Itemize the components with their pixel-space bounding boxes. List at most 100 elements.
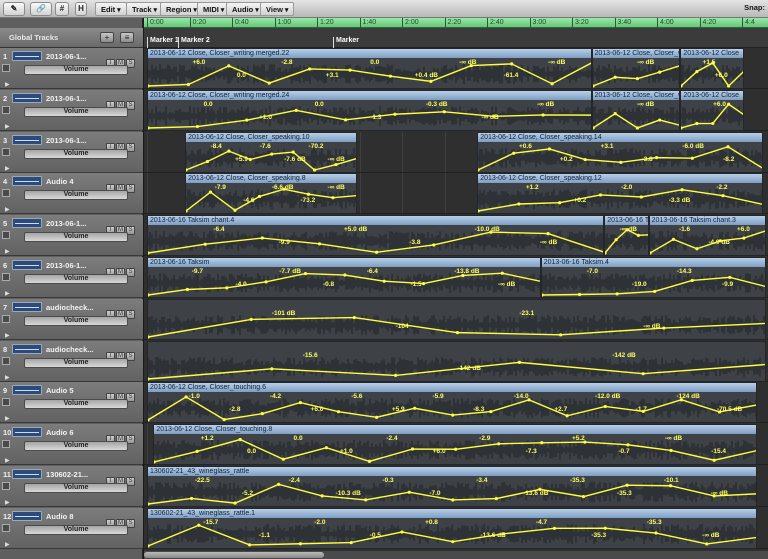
automation-parameter-menu[interactable]: Volume (24, 315, 128, 326)
audio-region[interactable]: -15.6 -142 dB -142 dB (147, 340, 766, 382)
track-header-12[interactable]: 12 Audio 8 I M S Volume ▶ (0, 507, 143, 549)
track-name[interactable]: audiocheck... (46, 303, 94, 312)
global-tracks-header[interactable]: Global Tracks + ≡ (0, 28, 143, 48)
marker-2[interactable]: Marker 2 (178, 37, 210, 48)
automation-parameter-menu[interactable]: Volume (24, 524, 128, 535)
disclosure-triangle-icon[interactable]: ▶ (5, 290, 10, 297)
audio-region[interactable]: 2013-06-16 Taksim.4 -7.0 -19.0 -14.3 -9.9 (540, 257, 766, 298)
audio-region[interactable]: 2013-06-12 Close +1.5 +6.0 (680, 48, 744, 89)
region-title[interactable]: 2013-06-12 Close, Closer_touching.6 (148, 383, 756, 393)
audio-region[interactable]: 2013-06-12 Close, Closer_touching.8 +1.2 0… (153, 424, 757, 466)
disclosure-triangle-icon[interactable]: ▶ (5, 374, 10, 381)
pencil-tool-button[interactable]: ✎ (3, 2, 25, 16)
audio-region[interactable]: 2013-06-12 Close, Closer_speaking.10 -8.4… (185, 131, 357, 173)
audio-region[interactable]: 2013-06-16 Taksim chant.4 -6.4 -9.9 +5.0 dB… (147, 215, 605, 257)
region-title[interactable]: 2013-06-12 Close, Closer_writing me (592, 49, 680, 58)
track-header-11[interactable]: 11 130602-21... I M S Volume ▶ (0, 466, 143, 507)
region-title[interactable]: 2013-06-12 Close, Closer_writing merged.… (148, 49, 591, 58)
audio-region[interactable]: 2013-06-12 Close, Closer_writ-∞ dB (591, 89, 681, 131)
disclosure-triangle-icon[interactable]: ▶ (5, 499, 10, 506)
edit-menu[interactable]: Edit (95, 2, 127, 16)
automation-toggle-icon[interactable] (2, 147, 10, 156)
region-title[interactable]: 2013-06-16 Taksim (148, 258, 540, 267)
automation-parameter-menu[interactable]: Volume (24, 483, 128, 493)
track-lane-8[interactable]: -15.6 -142 dB -142 dB (144, 340, 768, 382)
audio-region[interactable]: 2013-06-16 Taksim -9.7 -4.0 -7.7 dB -0.8 -6.4… (147, 257, 541, 298)
track-lane-6[interactable]: 2013-06-16 Taksim -9.7 -4.0 -7.7 dB -0.8 -6.4… (144, 257, 768, 298)
audio-region[interactable]: 130602-21_43_wineglass_rattle.1 -15.7 -1.1… (147, 507, 757, 549)
track-lane-2[interactable]: 2013-06-12 Close, Closer_writing merged.… (144, 89, 768, 131)
disclosure-triangle-icon[interactable]: ▶ (5, 206, 10, 213)
automation-toggle-icon[interactable] (2, 356, 10, 365)
automation-parameter-menu[interactable]: Volume (24, 357, 128, 368)
disclosure-triangle-icon[interactable]: ▶ (5, 457, 10, 464)
automation-parameter-menu[interactable]: Volume (24, 274, 128, 284)
audio-menu[interactable]: Audio (226, 2, 265, 16)
automation-toggle-icon[interactable] (2, 189, 10, 198)
region-title[interactable]: 2013-06-16 Taksim chant.4 (148, 216, 604, 226)
track-name[interactable]: Audio 4 (46, 177, 74, 186)
disclosure-triangle-icon[interactable]: ▶ (5, 541, 10, 548)
automation-toggle-icon[interactable] (2, 231, 10, 240)
automation-parameter-menu[interactable]: Volume (24, 65, 128, 75)
marker-3[interactable]: Marker (333, 37, 359, 48)
automation-toggle-icon[interactable] (2, 273, 10, 281)
disclosure-triangle-icon[interactable]: ▶ (5, 123, 10, 130)
track-header-5[interactable]: 5 2013-06-1... I M S Volume ▶ (0, 215, 143, 257)
region-title[interactable]: 2013-06-12 Close (681, 49, 743, 58)
track-lane-11[interactable]: 130602-21_43_wineglass_rattle -22.5 -5.2 -2… (144, 466, 768, 507)
automation-parameter-menu[interactable]: Volume (24, 232, 128, 243)
horizontal-scrollbar[interactable] (144, 551, 768, 559)
audio-region[interactable]: 2013-06-16 T -∞ dB (604, 215, 649, 257)
track-lane-12[interactable]: 130602-21_43_wineglass_rattle.1 -15.7 -1.1… (144, 507, 768, 549)
view-menu[interactable]: View (260, 2, 295, 16)
automation-toggle-icon[interactable] (2, 440, 10, 449)
region-title[interactable]: 2013-06-16 T (605, 216, 648, 226)
automation-toggle-icon[interactable] (2, 105, 10, 114)
hide-button[interactable]: H (75, 2, 87, 16)
region-title[interactable]: 130602-21_43_wineglass_rattle (148, 467, 756, 476)
audio-region[interactable]: 2013-06-12 Close, Closer_speaking.12 +1.2… (477, 173, 763, 215)
disclosure-triangle-icon[interactable]: ▶ (5, 165, 10, 172)
region-title[interactable]: 2013-06-12 Close, Closer_speaking.10 (186, 132, 356, 142)
region-title[interactable]: 2013-06-16 Taksim chant.3 (649, 216, 765, 226)
track-header-3[interactable]: 3 2013-06-1... I M S Volume ▶ (0, 131, 143, 173)
track-header-8[interactable]: 8 audiocheck... I M S Volume ▶ (0, 340, 143, 382)
scroll-thumb[interactable] (144, 552, 324, 558)
track-header-1[interactable]: 1 2013-06-1... I M S Volume ▶ (0, 48, 143, 89)
grid-button[interactable]: # (55, 2, 69, 16)
automation-toggle-icon[interactable] (2, 398, 10, 407)
track-menu[interactable]: Track (126, 2, 164, 16)
track-header-6[interactable]: 6 2013-06-1... I M S Volume ▶ (0, 257, 143, 298)
automation-parameter-menu[interactable]: Volume (24, 399, 128, 410)
automation-toggle-icon[interactable] (2, 482, 10, 490)
track-lane-3[interactable]: 2013-06-12 Close, Closer_speaking.10 -8.4… (144, 131, 768, 173)
audio-region[interactable]: 2013-06-16 Taksim chant.3 -1.6 -4.9 dB +6.0 (648, 215, 766, 257)
track-lane-10[interactable]: 2013-06-12 Close, Closer_touching.8 +1.2 0… (144, 424, 768, 466)
region-title[interactable]: 2013-06-12 Close, Closer_speaking.12 (478, 174, 762, 184)
region-title[interactable]: 2013-06-12 Close, Closer_writing merged.… (148, 90, 591, 100)
disclosure-triangle-icon[interactable]: ▶ (5, 81, 10, 88)
track-lane-5[interactable]: 2013-06-16 Taksim chant.4 -6.4 -9.9 +5.0 dB… (144, 215, 768, 257)
track-header-2[interactable]: 2 2013-06-1... I M S Volume ▶ (0, 89, 143, 131)
automation-parameter-menu[interactable]: Volume (24, 441, 128, 452)
region-title[interactable]: 2013-06-12 Close, Closer_speaking.8 (186, 174, 356, 184)
track-name[interactable]: 130602-21... (46, 470, 88, 479)
add-track-button[interactable]: + (100, 32, 114, 43)
track-name[interactable]: 2013-06-1... (46, 94, 86, 103)
track-name[interactable]: audiocheck... (46, 345, 94, 354)
track-lane-1[interactable]: 2013-06-12 Close, Closer_writing merged.… (144, 48, 768, 89)
region-title[interactable]: 2013-06-12 Close (681, 90, 743, 100)
track-header-7[interactable]: 7 audiocheck... I M S Volume ▶ (0, 298, 143, 340)
track-name[interactable]: 2013-06-1... (46, 52, 86, 61)
audio-region[interactable]: 130602-21_43_wineglass_rattle -22.5 -5.2 -2… (147, 466, 757, 507)
track-header-4[interactable]: 4 Audio 4 I M S Volume ▶ (0, 173, 143, 215)
disclosure-triangle-icon[interactable]: ▶ (5, 248, 10, 255)
track-header-10[interactable]: 10 Audio 6 I M S Volume ▶ (0, 424, 143, 466)
track-lane-9[interactable]: 2013-06-12 Close, Closer_touching.6 -1.0 -… (144, 382, 768, 424)
marker-track[interactable]: Marker 1 Marker 2 Marker (144, 28, 768, 48)
region-title[interactable]: 2013-06-12 Close, Closer_writ (592, 90, 680, 100)
audio-region[interactable]: 2013-06-12 Close, Closer_writing merged.… (147, 48, 592, 89)
audio-region[interactable]: 2013-06-12 Close, Closer_speaking.8 -7.9 -… (185, 173, 357, 215)
automation-parameter-menu[interactable]: Volume (24, 190, 128, 201)
